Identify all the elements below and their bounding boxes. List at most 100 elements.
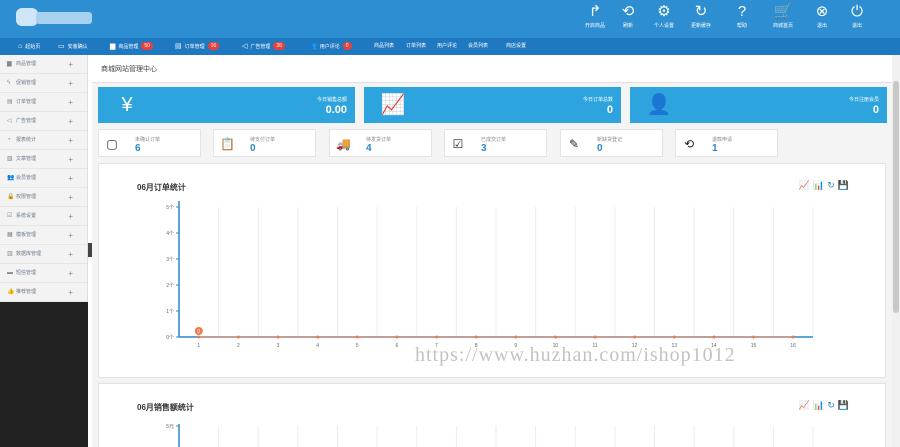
thumbs-up-icon: 👍 — [7, 289, 15, 295]
nav-item-0[interactable]: ⌂ 起始页 — [18, 38, 40, 55]
order-status-card-2[interactable]: 🚚 待发货订单 4 — [329, 129, 432, 157]
data-point[interactable] — [435, 335, 439, 339]
data-point[interactable] — [276, 335, 280, 339]
count-badge: 0 — [342, 42, 352, 50]
data-point[interactable] — [712, 335, 716, 339]
nav-item-7[interactable]: 订单列表 — [406, 38, 426, 55]
sidebar-item-9[interactable]: ▦ 模板管理 + — [0, 226, 87, 245]
data-point[interactable] — [316, 335, 320, 339]
marked-point-label: 0 — [197, 329, 200, 335]
expand-plus-icon[interactable]: + — [68, 264, 73, 283]
expand-plus-icon[interactable]: + — [68, 112, 73, 131]
nav-item-1[interactable]: ▭ 安装确认 — [58, 38, 88, 55]
sidebar: ▆ 商品管理 + ϟ 促销管理 + ▤ 订单管理 + ◁ 广告管理 + ◔ 报表统计 + ▧ 文章管理 + 👥 会员管… — [0, 55, 88, 447]
order-status-card-3[interactable]: ☑ 已成交订单 3 — [444, 129, 547, 157]
top-header: ↱ 开启商品 ⟲ 刷新 ⚙ 个人设置 ↻ 更新缓存? 帮助 🛒 商城首页 ⊗ 退出 ⏻ 退出 — [0, 0, 900, 38]
data-point[interactable] — [553, 335, 557, 339]
expand-plus-icon[interactable]: + — [68, 93, 73, 112]
data-point[interactable] — [236, 335, 240, 339]
clipboard-money-icon: 📋 — [220, 137, 235, 151]
expand-plus-icon[interactable]: + — [68, 150, 73, 169]
sidebar-item-1[interactable]: ϟ 促销管理 + — [0, 74, 87, 93]
data-point[interactable] — [791, 335, 795, 339]
y-tick-label: 5元 — [166, 424, 174, 430]
sidebar-item-6[interactable]: 👥 会员管理 + — [0, 169, 87, 188]
x-tick-label: 2 — [237, 343, 240, 349]
expand-plus-icon[interactable]: + — [68, 169, 73, 188]
order-status-card-1[interactable]: 📋 待支付订单 0 — [213, 129, 316, 157]
expand-plus-icon[interactable]: + — [68, 74, 73, 93]
sidebar-item-12[interactable]: 👍 推荐管理 + — [0, 283, 87, 302]
sidebar-item-label: 推荐管理 — [16, 289, 37, 295]
sidebar-item-label: 订单管理 — [16, 99, 37, 105]
toolbar-button-3[interactable]: ↻ 更新缓存 — [678, 3, 724, 35]
nav-item-label: 订单列表 — [406, 43, 427, 49]
order-status-card-0[interactable]: ▢ 未确认订单 6 — [98, 129, 201, 157]
nav-item-6[interactable]: 商品列表 — [374, 38, 394, 55]
logo — [16, 6, 96, 28]
card-value: 6 — [135, 143, 141, 154]
card-label: 待发货订单 — [366, 137, 392, 143]
order-status-card-5[interactable]: ⟲ 退款申请 1 — [675, 129, 778, 157]
nav-item-8[interactable]: 用户评论 — [437, 38, 457, 55]
watermark-text: https://www.huzhan.com/ishop1012 — [415, 344, 736, 366]
nav-item-10[interactable]: 商店设置 — [506, 38, 526, 55]
data-point[interactable] — [197, 335, 201, 339]
expand-plus-icon[interactable]: + — [68, 188, 73, 207]
sidebar-item-7[interactable]: 🔒 权限管理 + — [0, 188, 87, 207]
scroll-thumb[interactable] — [893, 81, 899, 313]
nav-item-5[interactable]: 👥 用户评论 0 — [308, 38, 352, 55]
y-tick-label: 3个 — [166, 257, 174, 263]
expand-plus-icon[interactable]: + — [68, 55, 73, 74]
x-tick-label: 6 — [396, 343, 399, 349]
toolbar-button-4[interactable]: ? 帮助 — [719, 3, 765, 35]
expand-plus-icon[interactable]: + — [68, 283, 73, 302]
yen-icon: ¥ — [121, 94, 133, 116]
folder-icon: ▆ — [7, 61, 12, 67]
expand-plus-icon[interactable]: + — [68, 245, 73, 264]
sidebar-item-11[interactable]: ▬ 短信管理 + — [0, 264, 87, 283]
checklist-icon: ☑ — [452, 137, 464, 151]
sidebar-item-3[interactable]: ◁ 广告管理 + — [0, 112, 87, 131]
nav-item-2[interactable]: ▆ 商品管理 50 — [110, 38, 153, 55]
stat-value: 0.00 — [325, 104, 347, 116]
megaphone-icon: ◁ — [7, 118, 12, 124]
monitor-icon: ▭ — [58, 43, 65, 50]
data-point[interactable] — [633, 335, 637, 339]
data-point[interactable] — [672, 335, 676, 339]
nav-item-label: 会员列表 — [468, 43, 489, 49]
page-scrollbar[interactable] — [892, 55, 900, 447]
data-point[interactable] — [514, 335, 518, 339]
order-status-card-4[interactable]: ✎ 新缺货登记 0 — [560, 129, 663, 157]
expand-plus-icon[interactable]: + — [68, 207, 73, 226]
nav-item-3[interactable]: ▤ 订单管理 16 — [175, 38, 220, 55]
y-tick-label: 5个 — [166, 205, 174, 211]
data-point[interactable] — [355, 335, 359, 339]
data-point[interactable] — [474, 335, 478, 339]
nav-item-9[interactable]: 会员列表 — [468, 38, 488, 55]
sidebar-item-2[interactable]: ▤ 订单管理 + — [0, 93, 87, 112]
stat-label: 今日订单总数 — [582, 97, 613, 103]
sidebar-menu: ▆ 商品管理 + ϟ 促销管理 + ▤ 订单管理 + ◁ 广告管理 + ◔ 报表统计 + ▧ 文章管理 + 👥 会员管… — [0, 55, 88, 302]
sidebar-item-8[interactable]: ☑ 系统设置 + — [0, 207, 87, 226]
users-icon: 👥 — [7, 175, 15, 181]
card-value: 3 — [481, 143, 487, 154]
sidebar-item-4[interactable]: ◔ 报表统计 + — [0, 131, 87, 150]
sidebar-item-0[interactable]: ▆ 商品管理 + — [0, 55, 87, 74]
expand-plus-icon[interactable]: + — [68, 131, 73, 150]
sales-line-chart: 5元 — [166, 424, 814, 447]
sidebar-item-10[interactable]: ▥ 数据库管理 + — [0, 245, 87, 264]
nav-item-4[interactable]: ◁ 广告管理 26 — [242, 38, 285, 55]
toolbar-button-7[interactable]: ⏻ 退出 — [834, 3, 880, 35]
expand-plus-icon[interactable]: + — [68, 226, 73, 245]
data-point[interactable] — [395, 335, 399, 339]
main-content: 商城网站管理中心 ¥ 今日销售总额 0.00 📈 今日订单总数 0 👤 今日注册会员 0 ▢ 未确… — [92, 55, 892, 447]
y-tick-label: 2个 — [166, 283, 174, 289]
data-point[interactable] — [593, 335, 597, 339]
card-value: 1 — [712, 143, 718, 154]
sidebar-item-label: 系统设置 — [16, 213, 37, 219]
data-point[interactable] — [752, 335, 756, 339]
sidebar-item-5[interactable]: ▧ 文章管理 + — [0, 150, 87, 169]
sidebar-item-label: 会员管理 — [16, 175, 37, 181]
card-value: 4 — [366, 143, 372, 154]
